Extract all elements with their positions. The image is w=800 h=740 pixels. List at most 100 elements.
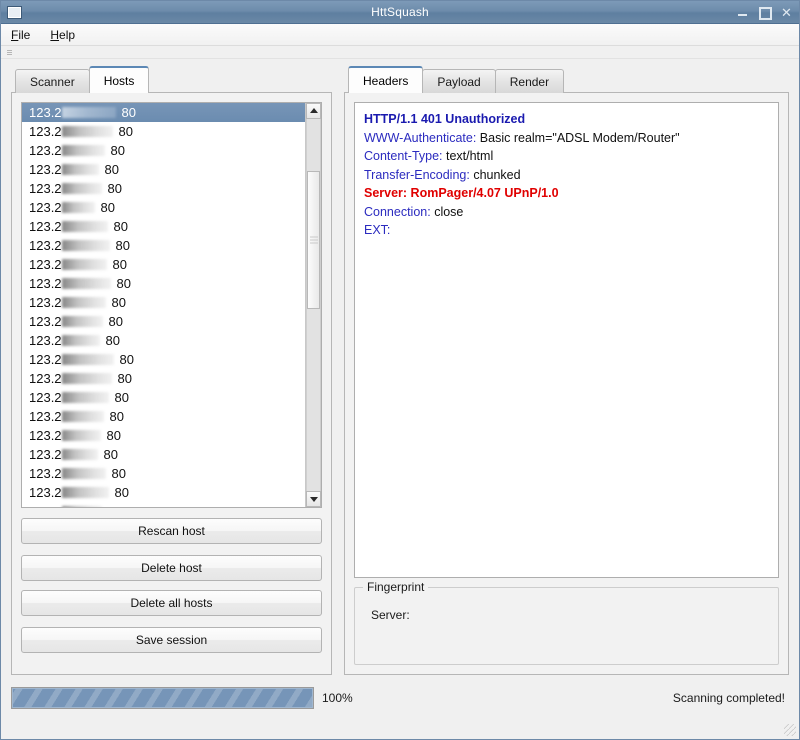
delete-host-button[interactable]: Delete host [21, 555, 322, 581]
status-bar: 100% Scanning completed! [1, 679, 799, 739]
host-list-item[interactable]: 123.2 80 [22, 483, 305, 502]
tab-payload-label: Payload [437, 74, 481, 89]
toolbar-grip-icon [7, 49, 12, 55]
host-ip-redacted [61, 487, 109, 498]
host-port: 80 [107, 181, 123, 196]
scrollbar-thumb[interactable] [307, 171, 320, 309]
host-list-item[interactable]: 123.2 80 [22, 293, 305, 312]
host-list-item[interactable]: 123.2 80 [22, 312, 305, 331]
host-list-item[interactable]: 123.2 80 [22, 103, 305, 122]
host-list-item[interactable]: 123.2 80 [22, 445, 305, 464]
tab-render[interactable]: Render [494, 69, 565, 93]
host-list-item[interactable]: 123.2 80 [22, 274, 305, 293]
right-panel: Headers Payload Render HTTP/1.1 401 Unau… [338, 58, 799, 679]
host-ip-redacted [61, 278, 111, 289]
http-header-line: Transfer-Encoding: chunked [364, 166, 769, 185]
tab-headers[interactable]: Headers [348, 66, 424, 93]
http-header-name: WWW-Authenticate: [364, 130, 477, 145]
host-port: 80 [118, 124, 134, 139]
host-list-item[interactable]: 123.2 80 [22, 350, 305, 369]
menu-item-file[interactable]: File [9, 26, 32, 44]
host-ip-redacted [61, 126, 113, 137]
host-list[interactable]: 123.2 80 123.2 80 123.2 80 123.2 80 123.2 80 123.2… [22, 103, 305, 507]
scrollbar-track[interactable] [306, 119, 321, 491]
host-ip-prefix: 123.2 [29, 238, 62, 253]
scan-progress-bar [11, 687, 314, 709]
host-list-item[interactable]: 123.2 80 [22, 141, 305, 160]
host-ip-redacted [61, 392, 109, 403]
host-port: 80 [116, 276, 132, 291]
host-list-item[interactable]: 123.2 80 [22, 160, 305, 179]
main-content: Scanner Hosts 123.2 80 123.2 80 123.2 80 123.2… [1, 58, 799, 679]
host-list-item[interactable]: 123.2 80 [22, 502, 305, 507]
host-ip-prefix: 123.2 [29, 352, 62, 367]
http-header-line: Content-Type: text/html [364, 147, 769, 166]
host-list-item[interactable]: 123.2 80 [22, 426, 305, 445]
host-ip-redacted [61, 506, 102, 507]
minimize-icon[interactable] [736, 6, 749, 19]
tab-payload[interactable]: Payload [422, 69, 496, 93]
host-list-item[interactable]: 123.2 80 [22, 236, 305, 255]
menu-item-help[interactable]: Help [48, 26, 77, 44]
host-list-item[interactable]: 123.2 80 [22, 388, 305, 407]
hosts-tab-panel: 123.2 80 123.2 80 123.2 80 123.2 80 123.2 80 123.2… [11, 92, 332, 675]
host-port: 80 [111, 466, 127, 481]
close-icon[interactable]: ✕ [780, 6, 793, 19]
resize-grip-icon[interactable] [784, 724, 796, 736]
http-header-value: text/html [442, 149, 494, 163]
left-panel: Scanner Hosts 123.2 80 123.2 80 123.2 80 123.2… [1, 58, 338, 679]
tab-scanner-label: Scanner [30, 74, 75, 89]
host-ip-prefix: 123.2 [29, 181, 62, 196]
maximize-icon[interactable] [758, 6, 772, 20]
host-list-item[interactable]: 123.2 80 [22, 407, 305, 426]
host-port: 80 [100, 200, 116, 215]
host-ip-redacted [61, 430, 101, 441]
host-ip-redacted [61, 316, 103, 327]
http-headers-view[interactable]: HTTP/1.1 401 Unauthorized WWW-Authenticat… [354, 102, 779, 578]
host-ip-prefix: 123.2 [29, 333, 62, 348]
host-port: 80 [108, 314, 124, 329]
host-list-scrollbar[interactable] [305, 103, 321, 507]
host-list-item[interactable]: 123.2 80 [22, 464, 305, 483]
host-ip-redacted [61, 202, 95, 213]
scroll-down-arrow-icon[interactable] [306, 491, 321, 507]
fingerprint-title: Fingerprint [363, 580, 429, 594]
host-ip-redacted [61, 259, 107, 270]
host-ip-prefix: 123.2 [29, 314, 62, 329]
fingerprint-groupbox: Fingerprint Server: [354, 580, 779, 665]
menu-bar: File Help [1, 24, 799, 46]
host-ip-redacted [61, 354, 114, 365]
host-list-item[interactable]: 123.2 80 [22, 255, 305, 274]
host-ip-prefix: 123.2 [29, 219, 62, 234]
host-list-item[interactable]: 123.2 80 [22, 369, 305, 388]
scan-progress-label: 100% [322, 691, 353, 705]
http-header-alert: Server: RomPager/4.07 UPnP/1.0 [364, 186, 559, 200]
scroll-up-arrow-icon[interactable] [306, 103, 321, 119]
host-list-item[interactable]: 123.2 80 [22, 122, 305, 141]
host-port: 80 [110, 143, 126, 158]
host-list-item[interactable]: 123.2 80 [22, 217, 305, 236]
save-session-button[interactable]: Save session [21, 627, 322, 653]
host-ip-redacted [61, 411, 104, 422]
tab-hosts[interactable]: Hosts [88, 66, 150, 93]
host-port: 80 [121, 105, 137, 120]
delete-all-hosts-button[interactable]: Delete all hosts [21, 590, 322, 616]
window-controls: ✕ [736, 6, 793, 20]
host-ip-redacted [61, 335, 100, 346]
host-list-item[interactable]: 123.2 80 [22, 331, 305, 350]
host-list-item[interactable]: 123.2 80 [22, 179, 305, 198]
http-header-value: chunked [469, 167, 521, 182]
host-ip-prefix: 123.2 [29, 428, 62, 443]
rescan-host-button[interactable]: Rescan host [21, 518, 322, 544]
host-ip-redacted [61, 449, 98, 460]
host-port: 80 [108, 502, 122, 507]
host-ip-prefix: 123.2 [29, 502, 62, 507]
host-port: 80 [104, 162, 120, 177]
host-list-item[interactable]: 123.2 80 [22, 198, 305, 217]
host-port: 80 [105, 333, 121, 348]
scrollbar-grip-icon [309, 236, 318, 244]
tab-hosts-label: Hosts [103, 73, 135, 88]
host-port: 80 [106, 428, 122, 443]
http-header-line: Connection: close [364, 203, 769, 222]
tab-scanner[interactable]: Scanner [15, 69, 90, 93]
